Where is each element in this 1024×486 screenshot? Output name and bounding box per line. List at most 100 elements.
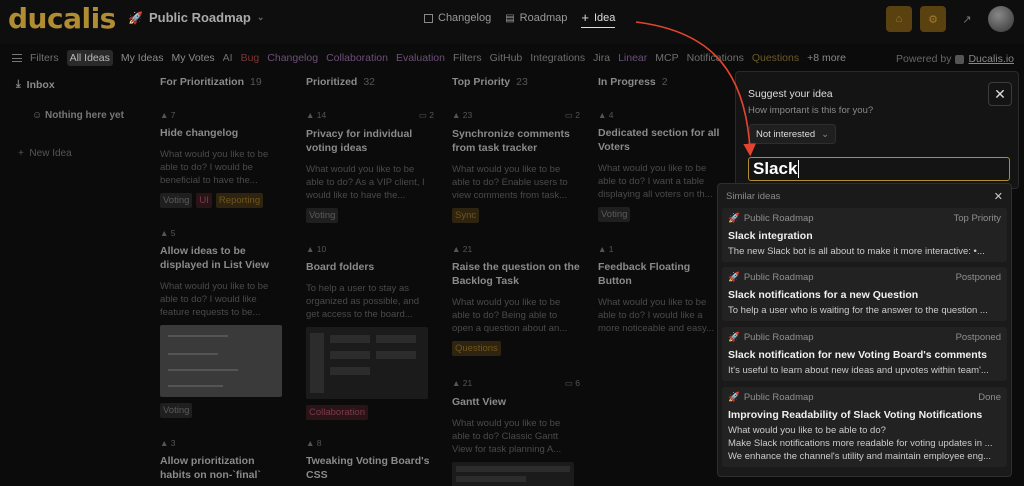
tag: UI [196,193,212,208]
similar-idea-item[interactable]: 🚀 Public Roadmap Done Improving Readabili… [722,387,1007,467]
vote-number: 21 [462,378,473,388]
filter-tag[interactable]: Notifications [687,52,744,64]
logo[interactable]: ducalis [8,2,116,35]
idea-card[interactable]: ▲ 21 ▭ 6 Gantt View What would you like … [452,378,580,486]
column-count: 32 [363,76,376,88]
square-icon [424,13,433,23]
powered-by[interactable]: Powered by Ducalis.io [896,53,1014,65]
vote-number: 3 [170,438,176,448]
vote-count[interactable]: ▲ 3 [160,438,176,448]
similar-desc: What would you like to be able to do? [728,425,886,436]
similar-title: Improving Readability of Slack Voting No… [728,409,983,421]
tab-label: Idea [593,11,616,24]
avatar[interactable] [988,6,1014,32]
rocket-icon: 🚀 [728,213,740,224]
comment-count: ▭ 2 [418,110,434,120]
top-bar: ducalis 🚀 Public Roadmap ⌄ Changelog ▤ R… [0,0,1024,44]
similar-board: 🚀 Public Roadmap [728,213,814,224]
rocket-icon: 🚀 [728,392,740,403]
idea-card[interactable]: ▲ 21 Raise the question on the Backlog T… [452,244,580,356]
filter-tag[interactable]: Linear [618,52,647,64]
powered-prefix: Powered by [896,53,952,65]
column-header: Prioritized 32 [306,76,436,88]
filter-tag[interactable]: Collaboration [326,52,388,64]
close-icon[interactable]: ✕ [994,190,1003,203]
vote-count[interactable]: ▲ 8 [306,438,322,448]
idea-title-input[interactable]: Slack [748,157,1010,181]
card-title: Board folders [306,261,375,273]
vote-count[interactable]: ▲ 7 [160,110,176,120]
card-tags: Collaboration [306,405,434,420]
filter-more[interactable]: +8 more [807,52,846,64]
importance-value: Not interested [756,128,816,140]
similar-meta: 🚀 Public Roadmap Postponed [728,332,1001,343]
tab-roadmap[interactable]: ▤ Roadmap [505,8,567,28]
external-link-icon[interactable]: ↗ [954,6,980,32]
importance-select[interactable]: Not interested ⌄ [749,124,837,144]
card-desc: What would you like to be able to do? Cl… [452,418,562,455]
card-tags: Voting [598,207,726,222]
idea-card[interactable]: ▲ 5 Allow ideas to be displayed in List … [160,228,288,418]
idea-card[interactable]: ▲ 10 Board folders To help a user to sta… [306,244,434,420]
filter-tag[interactable]: Changelog [267,52,318,64]
similar-desc: The new Slack bot is all about to make i… [728,246,985,257]
similar-idea-item[interactable]: 🚀 Public Roadmap Postponed Slack notifica… [722,267,1007,321]
vote-number: 23 [462,110,473,120]
card-title: Tweaking Voting Board's CSS [306,455,430,481]
new-idea-label: New Idea [29,148,72,159]
filter-tag[interactable]: MCP [655,52,678,64]
filter-tag[interactable]: Filters [453,52,482,64]
vote-count[interactable]: ▲ 23 [452,110,472,121]
idea-card[interactable]: ▲ 23 ▭ 2 Synchronize comments from task … [452,110,580,223]
filter-tag[interactable]: Integrations [530,52,585,64]
gift-icon[interactable]: ⌂ [886,6,912,32]
comment-number: 2 [575,110,580,120]
new-idea-button[interactable]: + New Idea [18,148,72,159]
filter-my-ideas[interactable]: My Ideas [121,52,164,64]
vote-count[interactable]: ▲ 4 [598,110,614,120]
idea-card[interactable]: ▲ 3 Allow prioritization habits on non-`… [160,438,288,482]
dialog-subtitle: How important is this for you? [748,105,874,116]
idea-card[interactable]: ▲ 7 Hide changelog What would you like t… [160,110,288,208]
similar-idea-item[interactable]: 🚀 Public Roadmap Top Priority Slack integ… [722,208,1007,262]
column-count: 23 [516,76,528,88]
tab-changelog[interactable]: Changelog [424,8,491,28]
vote-count[interactable]: ▲ 14 [306,110,326,121]
menu-icon[interactable] [12,54,22,62]
vote-row: ▲ 4 [598,110,726,120]
column-header: Top Priority 23 [452,76,582,88]
vote-count[interactable]: ▲ 1 [598,244,614,254]
tag: Questions [452,341,501,356]
idea-card[interactable]: ▲ 14 ▭ 2 Privacy for individual voting i… [306,110,434,223]
similar-idea-item[interactable]: 🚀 Public Roadmap Postponed Slack notifica… [722,327,1007,381]
idea-title-value: Slack [753,159,798,178]
column-prioritized: Prioritized 32 ▲ 14 ▭ 2 Privacy for indi… [306,76,436,481]
similar-status: Done [978,392,1001,403]
vote-count[interactable]: ▲ 21 [452,378,472,389]
filter-tag[interactable]: Jira [593,52,610,64]
idea-card[interactable]: ▲ 8 Tweaking Voting Board's CSS [306,438,434,482]
vote-count[interactable]: ▲ 10 [306,244,326,254]
board-name: Public Roadmap [743,213,814,224]
filters-label: Filters [30,52,59,64]
idea-card[interactable]: ▲ 4 Dedicated section for all Voters Wha… [598,110,726,222]
filter-tag[interactable]: AI [223,52,233,64]
close-icon[interactable]: ✕ [988,82,1012,106]
tag: Voting [160,403,193,418]
settings-icon[interactable]: ⚙ [920,6,946,32]
filter-my-votes[interactable]: My Votes [171,52,214,64]
inbox-header[interactable]: ⤓ Inbox [16,78,150,91]
filter-tag[interactable]: Bug [241,52,260,64]
roadmap-selector[interactable]: 🚀 Public Roadmap ⌄ [128,10,264,25]
filter-tag[interactable]: Evaluation [396,52,445,64]
card-image [452,462,574,486]
filter-all-ideas[interactable]: All Ideas [66,50,113,66]
roadmap-title: Public Roadmap [148,10,251,25]
similar-status: Top Priority [953,213,1001,224]
vote-count[interactable]: ▲ 5 [160,228,176,238]
tab-idea[interactable]: + Idea [581,8,616,28]
filter-tag[interactable]: Questions [752,52,799,64]
vote-count[interactable]: ▲ 21 [452,244,472,254]
filter-tag[interactable]: GitHub [490,52,523,64]
idea-card[interactable]: ▲ 1 Feedback Floating Button What would … [598,244,726,335]
